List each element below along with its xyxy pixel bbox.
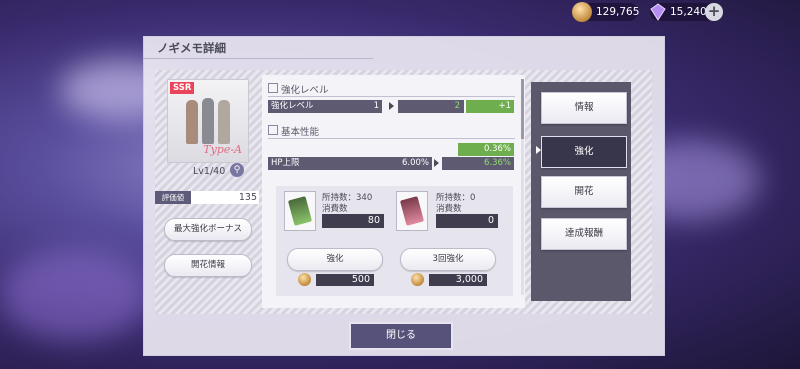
hp-current: 6.00% [401, 158, 429, 168]
enhance-3x-button[interactable]: 3回強化 [400, 248, 496, 271]
material-item[interactable] [284, 191, 316, 231]
section-divider [268, 138, 515, 139]
card-type-label: Type-A [203, 143, 242, 156]
enhance-level-next-bar: 2 [398, 100, 464, 113]
arrow-right-icon [389, 102, 394, 110]
material-use-label: 消費数 [436, 204, 462, 214]
gem-amount: 15,240 [670, 6, 707, 18]
gem-icon [650, 3, 666, 21]
coin-icon [572, 2, 592, 22]
section-divider [268, 96, 515, 97]
tab-bloom[interactable]: 開花 [541, 176, 627, 208]
arrow-right-icon [434, 159, 439, 167]
enhance-cost: 500 [316, 274, 374, 286]
rarity-badge: SSR [170, 82, 195, 94]
scrollbar[interactable] [521, 79, 524, 295]
hp-next-bar: 6.36% [442, 157, 514, 170]
zoom-icon[interactable]: ⚲ [230, 163, 244, 177]
active-tab-indicator-icon [536, 146, 541, 154]
coin-counter: 129,765 [572, 2, 640, 22]
enhance-button[interactable]: 強化 [287, 248, 383, 271]
enhance-3x-cost: 3,000 [429, 274, 487, 286]
eval-label: 評価値 [155, 191, 191, 204]
coin-amount: 129,765 [596, 6, 640, 18]
enhance-level-next: 2 [454, 101, 460, 111]
tab-info[interactable]: 情報 [541, 92, 627, 124]
max-bonus-button[interactable]: 最大強化ボーナス [164, 218, 252, 241]
dialog-title: ノギメモ詳細 [157, 41, 226, 55]
tab-panel: 情報 強化 開花 達成報酬 [531, 82, 631, 301]
eval-bar: 評価値 135 [155, 191, 259, 204]
hp-label: HP上限 [271, 158, 300, 168]
enhance-level-heading: 強化レベル [281, 85, 329, 96]
material-use: 80 [322, 214, 384, 228]
hp-current-bar: HP上限 6.00% [268, 157, 432, 170]
top-bar: 129,765 15,240 + [0, 0, 800, 26]
title-divider [143, 58, 373, 59]
coin-icon [298, 273, 311, 286]
scrollbar-thumb[interactable] [521, 79, 524, 139]
enhance-level-delta: +1 [466, 100, 514, 113]
add-gems-button[interactable]: + [705, 3, 723, 21]
material-use-label: 消費数 [322, 204, 348, 214]
eval-value: 135 [238, 192, 257, 203]
enhance-level-current-bar: 強化レベル 1 [268, 100, 382, 113]
close-button[interactable]: 閉じる [349, 322, 453, 350]
enhance-level-label: 強化レベル [271, 101, 314, 111]
material-item[interactable] [396, 191, 428, 231]
tab-enhance[interactable]: 強化 [541, 136, 627, 168]
tab-rewards[interactable]: 達成報酬 [541, 218, 627, 250]
hp-next: 6.36% [483, 158, 511, 168]
memo-card-image: SSR Type-A [167, 79, 249, 163]
card-level: Lv1/40 [193, 166, 226, 177]
enhance-level-current: 1 [373, 101, 379, 111]
section-icon [268, 83, 278, 93]
basic-delta: 0.36% [458, 143, 514, 156]
material-use: 0 [436, 214, 498, 228]
bloom-info-button[interactable]: 開花情報 [164, 254, 252, 277]
coin-icon [411, 273, 424, 286]
basic-heading: 基本性能 [281, 127, 320, 138]
section-icon [268, 125, 278, 135]
